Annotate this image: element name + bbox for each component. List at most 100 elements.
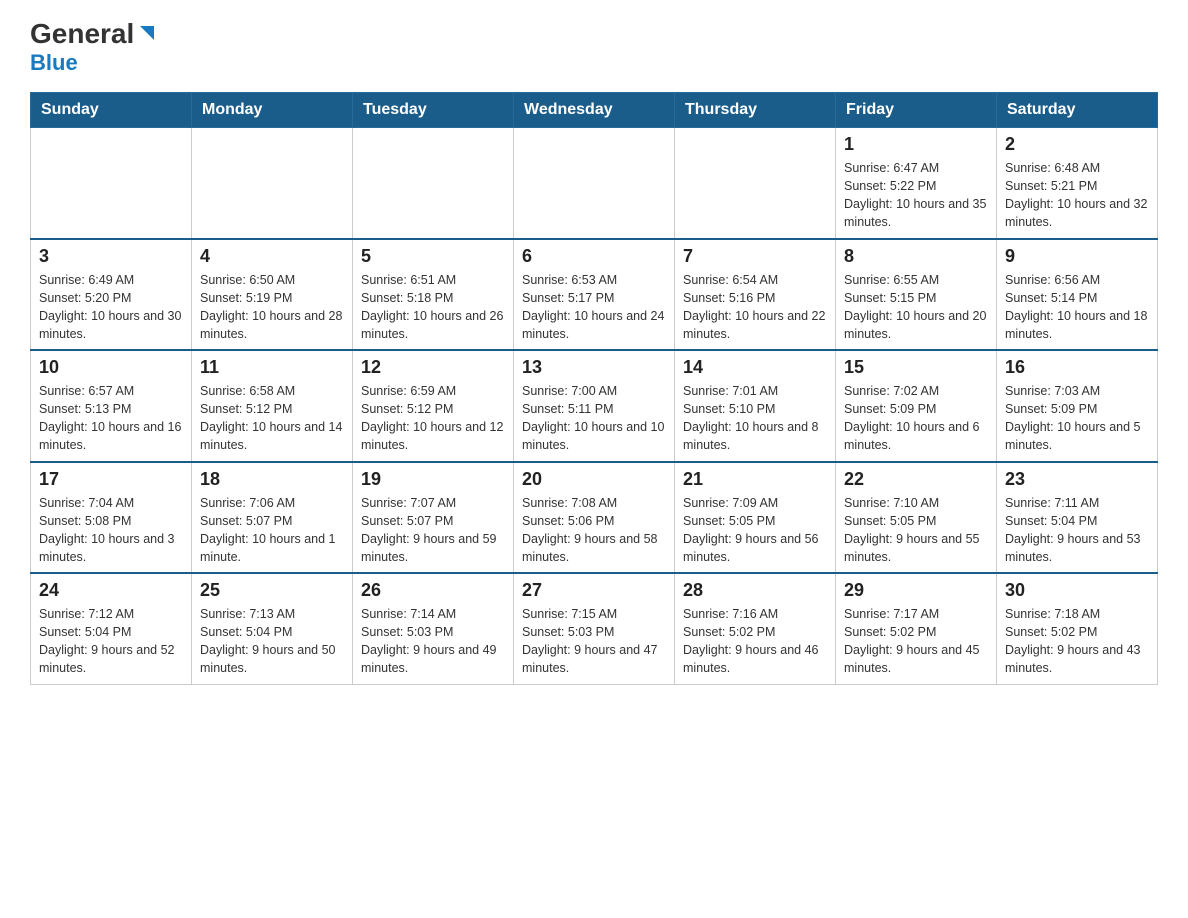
sun-info: Sunrise: 6:51 AM Sunset: 5:18 PM Dayligh… (361, 271, 505, 344)
sun-info: Sunrise: 6:53 AM Sunset: 5:17 PM Dayligh… (522, 271, 666, 344)
calendar-cell: 1Sunrise: 6:47 AM Sunset: 5:22 PM Daylig… (836, 128, 997, 239)
calendar-cell: 27 Sunrise: 7:15 AM Sunset: 5:03 PM Dayli… (514, 573, 675, 684)
calendar-cell (514, 128, 675, 239)
logo-blue-text: Blue (30, 50, 78, 76)
calendar-week-row: 3 Sunrise: 6:49 AM Sunset: 5:20 PM Daylig… (31, 239, 1158, 351)
weekday-header-tuesday: Tuesday (353, 93, 514, 128)
sun-info: Sunrise: 7:18 AM Sunset: 5:02 PM Dayligh… (1005, 605, 1149, 678)
calendar-cell: 24 Sunrise: 7:12 AM Sunset: 5:04 PM Dayli… (31, 573, 192, 684)
day-number: 3 (39, 246, 183, 267)
calendar-cell: 3 Sunrise: 6:49 AM Sunset: 5:20 PM Daylig… (31, 239, 192, 351)
calendar-cell: 10 Sunrise: 6:57 AM Sunset: 5:13 PM Dayli… (31, 350, 192, 462)
sun-info: Sunrise: 6:50 AM Sunset: 5:19 PM Dayligh… (200, 271, 344, 344)
logo-general-text: General (30, 20, 134, 48)
calendar-cell: 16 Sunrise: 7:03 AM Sunset: 5:09 PM Dayli… (997, 350, 1158, 462)
calendar-cell: 14Sunrise: 7:01 AM Sunset: 5:10 PM Dayli… (675, 350, 836, 462)
calendar-week-row: 17 Sunrise: 7:04 AM Sunset: 5:08 PM Dayli… (31, 462, 1158, 574)
weekday-header-wednesday: Wednesday (514, 93, 675, 128)
sun-info: Sunrise: 7:14 AM Sunset: 5:03 PM Dayligh… (361, 605, 505, 678)
day-number: 25 (200, 580, 344, 601)
weekday-header-friday: Friday (836, 93, 997, 128)
sun-info: Sunrise: 7:16 AM Sunset: 5:02 PM Dayligh… (683, 605, 827, 678)
calendar-cell: 18Sunrise: 7:06 AM Sunset: 5:07 PM Dayli… (192, 462, 353, 574)
calendar-cell: 19 Sunrise: 7:07 AM Sunset: 5:07 PM Dayli… (353, 462, 514, 574)
weekday-header-monday: Monday (192, 93, 353, 128)
day-number: 21 (683, 469, 827, 490)
day-number: 28 (683, 580, 827, 601)
calendar-week-row: 1Sunrise: 6:47 AM Sunset: 5:22 PM Daylig… (31, 128, 1158, 239)
day-number: 7 (683, 246, 827, 267)
logo-arrow-icon (136, 22, 158, 44)
sun-info: Sunrise: 7:08 AM Sunset: 5:06 PM Dayligh… (522, 494, 666, 567)
weekday-header-row: SundayMondayTuesdayWednesdayThursdayFrid… (31, 93, 1158, 128)
calendar-week-row: 10 Sunrise: 6:57 AM Sunset: 5:13 PM Dayli… (31, 350, 1158, 462)
day-number: 16 (1005, 357, 1149, 378)
sun-info: Sunrise: 7:11 AM Sunset: 5:04 PM Dayligh… (1005, 494, 1149, 567)
sun-info: Sunrise: 7:10 AM Sunset: 5:05 PM Dayligh… (844, 494, 988, 567)
day-number: 27 (522, 580, 666, 601)
day-number: 10 (39, 357, 183, 378)
sun-info: Sunrise: 7:02 AM Sunset: 5:09 PM Dayligh… (844, 382, 988, 455)
sun-info: Sunrise: 7:03 AM Sunset: 5:09 PM Dayligh… (1005, 382, 1149, 455)
sun-info: Sunrise: 7:15 AM Sunset: 5:03 PM Dayligh… (522, 605, 666, 678)
calendar-cell: 17 Sunrise: 7:04 AM Sunset: 5:08 PM Dayli… (31, 462, 192, 574)
day-number: 11 (200, 357, 344, 378)
sun-info: Sunrise: 7:13 AM Sunset: 5:04 PM Dayligh… (200, 605, 344, 678)
day-number: 22 (844, 469, 988, 490)
day-number: 23 (1005, 469, 1149, 490)
day-number: 6 (522, 246, 666, 267)
sun-info: Sunrise: 6:49 AM Sunset: 5:20 PM Dayligh… (39, 271, 183, 344)
calendar-cell: 23 Sunrise: 7:11 AM Sunset: 5:04 PM Dayli… (997, 462, 1158, 574)
calendar-cell: 11 Sunrise: 6:58 AM Sunset: 5:12 PM Dayli… (192, 350, 353, 462)
sun-info: Sunrise: 6:56 AM Sunset: 5:14 PM Dayligh… (1005, 271, 1149, 344)
calendar-cell: 15 Sunrise: 7:02 AM Sunset: 5:09 PM Dayli… (836, 350, 997, 462)
day-number: 13 (522, 357, 666, 378)
calendar-cell: 7 Sunrise: 6:54 AM Sunset: 5:16 PM Daylig… (675, 239, 836, 351)
calendar-cell: 26 Sunrise: 7:14 AM Sunset: 5:03 PM Dayli… (353, 573, 514, 684)
sun-info: Sunrise: 6:47 AM Sunset: 5:22 PM Dayligh… (844, 159, 988, 232)
day-number: 20 (522, 469, 666, 490)
day-number: 9 (1005, 246, 1149, 267)
day-number: 2 (1005, 134, 1149, 155)
day-number: 17 (39, 469, 183, 490)
calendar-cell (31, 128, 192, 239)
calendar-cell: 12Sunrise: 6:59 AM Sunset: 5:12 PM Dayli… (353, 350, 514, 462)
sun-info: Sunrise: 7:00 AM Sunset: 5:11 PM Dayligh… (522, 382, 666, 455)
day-number: 29 (844, 580, 988, 601)
calendar-cell: 25 Sunrise: 7:13 AM Sunset: 5:04 PM Dayli… (192, 573, 353, 684)
calendar-cell: 6 Sunrise: 6:53 AM Sunset: 5:17 PM Daylig… (514, 239, 675, 351)
calendar-cell: 5 Sunrise: 6:51 AM Sunset: 5:18 PM Daylig… (353, 239, 514, 351)
calendar-cell: 21 Sunrise: 7:09 AM Sunset: 5:05 PM Dayli… (675, 462, 836, 574)
calendar-cell: 28 Sunrise: 7:16 AM Sunset: 5:02 PM Dayli… (675, 573, 836, 684)
day-number: 24 (39, 580, 183, 601)
weekday-header-thursday: Thursday (675, 93, 836, 128)
calendar-cell: 2 Sunrise: 6:48 AM Sunset: 5:21 PM Daylig… (997, 128, 1158, 239)
day-number: 26 (361, 580, 505, 601)
day-number: 15 (844, 357, 988, 378)
sun-info: Sunrise: 7:04 AM Sunset: 5:08 PM Dayligh… (39, 494, 183, 567)
day-number: 18 (200, 469, 344, 490)
sun-info: Sunrise: 6:57 AM Sunset: 5:13 PM Dayligh… (39, 382, 183, 455)
sun-info: Sunrise: 7:07 AM Sunset: 5:07 PM Dayligh… (361, 494, 505, 567)
day-number: 14 (683, 357, 827, 378)
calendar-cell: 20 Sunrise: 7:08 AM Sunset: 5:06 PM Dayli… (514, 462, 675, 574)
weekday-header-saturday: Saturday (997, 93, 1158, 128)
sun-info: Sunrise: 6:58 AM Sunset: 5:12 PM Dayligh… (200, 382, 344, 455)
calendar-cell (192, 128, 353, 239)
sun-info: Sunrise: 6:59 AM Sunset: 5:12 PM Dayligh… (361, 382, 505, 455)
sun-info: Sunrise: 7:09 AM Sunset: 5:05 PM Dayligh… (683, 494, 827, 567)
calendar-table: SundayMondayTuesdayWednesdayThursdayFrid… (30, 92, 1158, 685)
day-number: 5 (361, 246, 505, 267)
calendar-cell: 30Sunrise: 7:18 AM Sunset: 5:02 PM Dayli… (997, 573, 1158, 684)
calendar-cell: 9 Sunrise: 6:56 AM Sunset: 5:14 PM Daylig… (997, 239, 1158, 351)
sun-info: Sunrise: 7:12 AM Sunset: 5:04 PM Dayligh… (39, 605, 183, 678)
day-number: 19 (361, 469, 505, 490)
weekday-header-sunday: Sunday (31, 93, 192, 128)
sun-info: Sunrise: 6:55 AM Sunset: 5:15 PM Dayligh… (844, 271, 988, 344)
logo: General Blue (30, 20, 158, 76)
day-number: 4 (200, 246, 344, 267)
sun-info: Sunrise: 6:48 AM Sunset: 5:21 PM Dayligh… (1005, 159, 1149, 232)
sun-info: Sunrise: 7:17 AM Sunset: 5:02 PM Dayligh… (844, 605, 988, 678)
day-number: 8 (844, 246, 988, 267)
sun-info: Sunrise: 6:54 AM Sunset: 5:16 PM Dayligh… (683, 271, 827, 344)
